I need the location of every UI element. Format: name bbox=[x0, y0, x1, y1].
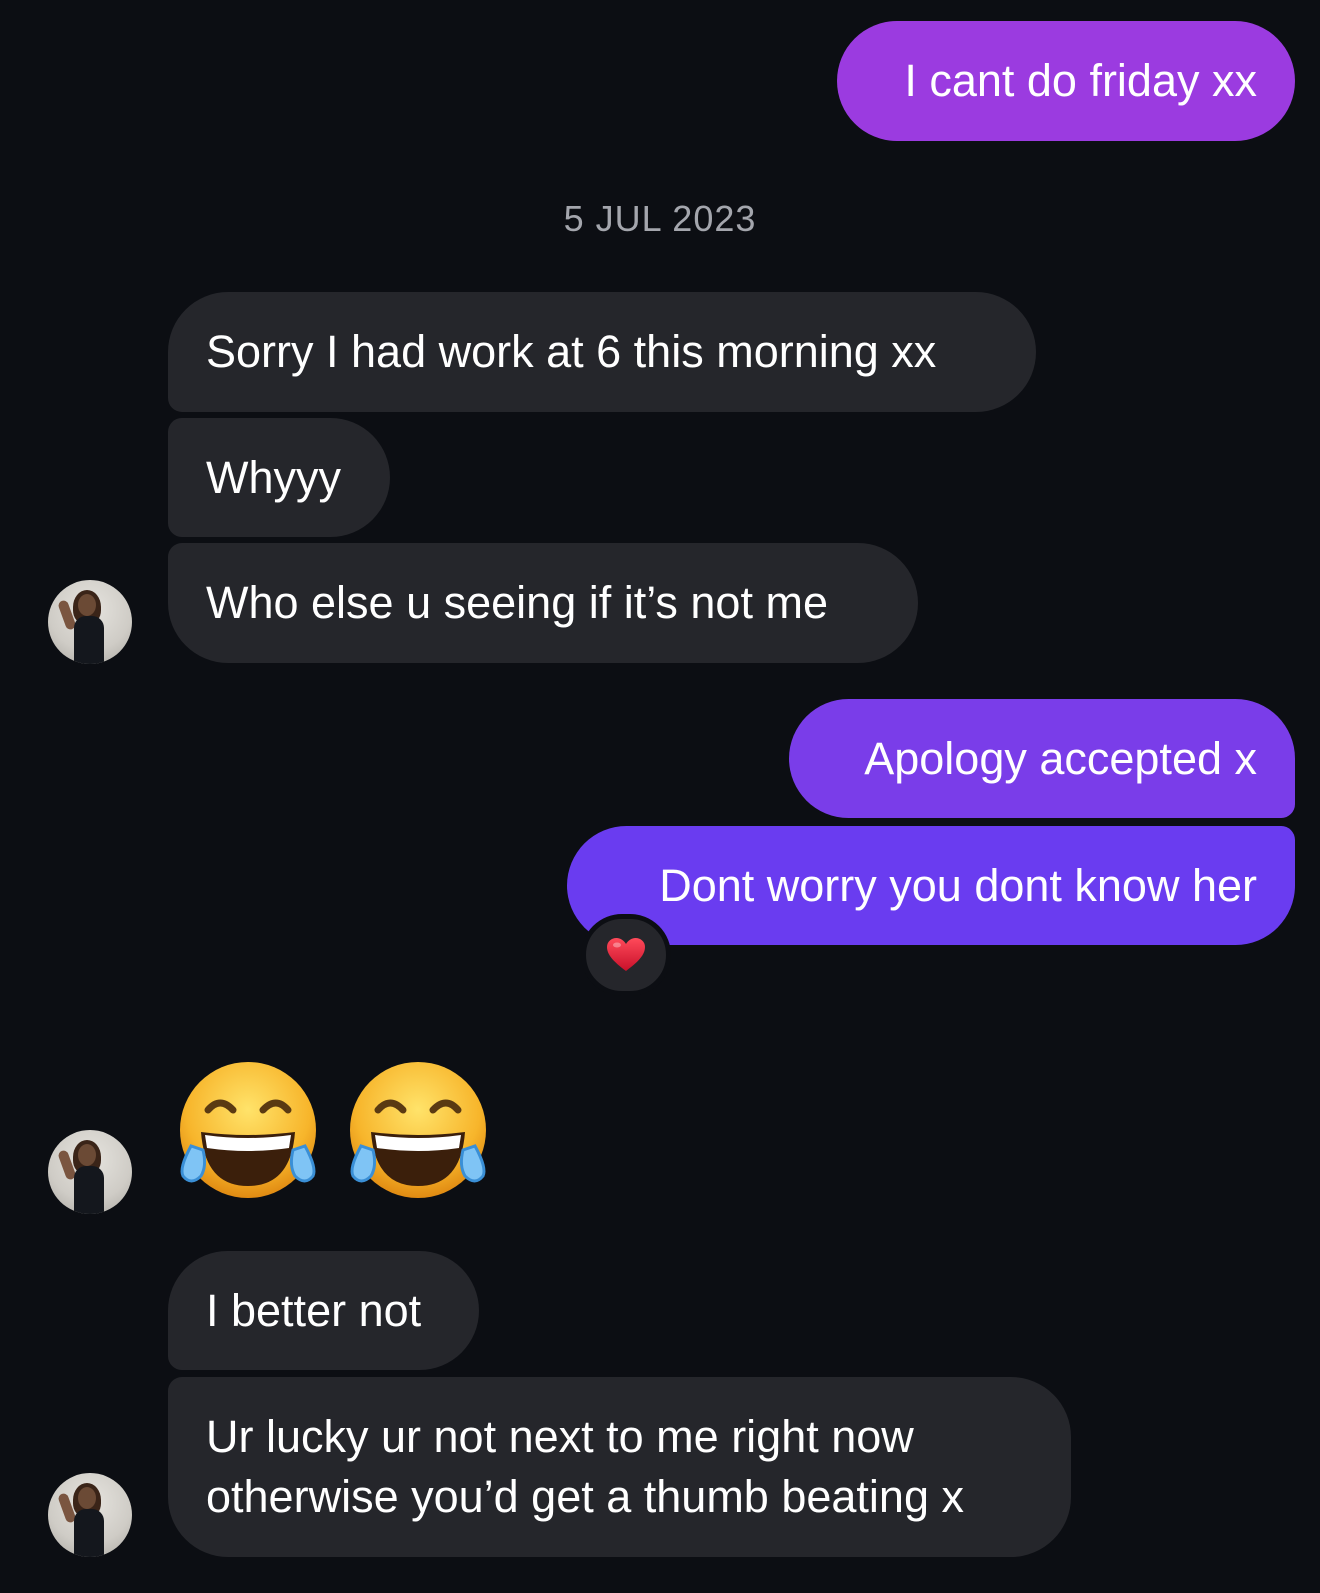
avatar[interactable] bbox=[48, 1130, 132, 1214]
avatar[interactable] bbox=[48, 580, 132, 664]
incoming-message-bubble[interactable]: Who else u seeing if it’s not me bbox=[168, 543, 918, 663]
face-with-tears-of-joy-icon bbox=[350, 1062, 486, 1198]
incoming-message-bubble[interactable]: I better not bbox=[168, 1251, 479, 1370]
red-heart-icon bbox=[607, 938, 645, 971]
message-text: Who else u seeing if it’s not me bbox=[206, 577, 828, 628]
outgoing-message-bubble[interactable]: Apology accepted x bbox=[789, 699, 1295, 818]
outgoing-message-bubble[interactable]: I cant do friday xx bbox=[837, 21, 1295, 141]
message-text: Sorry I had work at 6 this morning xx bbox=[206, 326, 937, 377]
message-text: Apology accepted x bbox=[864, 732, 1257, 784]
message-text: I better not bbox=[206, 1284, 422, 1336]
message-text: Whyyy bbox=[206, 451, 341, 503]
face-with-tears-of-joy-icon bbox=[180, 1062, 316, 1198]
message-text: Ur lucky ur not next to me right now oth… bbox=[206, 1411, 964, 1522]
message-text: Dont worry you dont know her bbox=[659, 859, 1257, 911]
incoming-message-bubble[interactable]: Ur lucky ur not next to me right now oth… bbox=[168, 1377, 1071, 1557]
date-separator: 5 JUL 2023 bbox=[563, 198, 757, 239]
avatar[interactable] bbox=[48, 1473, 132, 1557]
incoming-message-bubble[interactable]: Whyyy bbox=[168, 418, 390, 537]
message-reaction[interactable] bbox=[581, 914, 671, 996]
outgoing-message-bubble[interactable]: Dont worry you dont know her bbox=[567, 826, 1295, 945]
emoji-message[interactable] bbox=[173, 1058, 493, 1208]
incoming-message-bubble[interactable]: Sorry I had work at 6 this morning xx bbox=[168, 292, 1036, 412]
message-text: I cant do friday xx bbox=[904, 55, 1257, 106]
